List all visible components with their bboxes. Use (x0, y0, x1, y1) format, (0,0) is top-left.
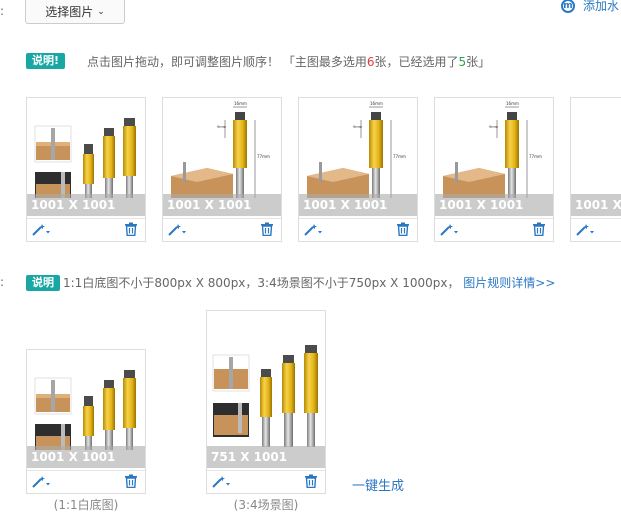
image-size-label: 1001 X 1001 (435, 194, 553, 216)
magic-wand-icon[interactable] (211, 475, 233, 489)
product-image (163, 98, 281, 198)
trash-icon[interactable] (260, 222, 274, 236)
add-link-label: 添加水 (583, 0, 620, 13)
note-suffix: 张」 (466, 55, 491, 69)
image-rules-link[interactable]: 图片规则详情>> (463, 276, 555, 290)
image-tools (27, 218, 145, 241)
image-tools (163, 218, 281, 241)
image-size-label: 1001 X 1001 (27, 446, 145, 468)
note-prefix: 点击图片拖动，即可调整图片顺序！ 「主图最多选用 (87, 55, 367, 69)
main-image-card[interactable]: 1001 X 1001 (162, 97, 282, 242)
used-count: 5 (458, 55, 467, 69)
select-image-button[interactable]: 选择图片 ⌄ (25, 0, 125, 24)
edit-circle-icon: m (561, 0, 575, 13)
main-image-card[interactable]: 1001 X 1001 (26, 97, 146, 242)
main-images-note: 点击图片拖动，即可调整图片顺序！ 「主图最多选用6张，已经选用了5张」 (87, 53, 490, 70)
note-mid: 张，已经选用了 (374, 55, 459, 69)
main-image-card[interactable]: 1001 X 1001 (434, 97, 554, 242)
square-white-bg-card[interactable]: 1001 X 1001 (26, 349, 146, 494)
trash-icon[interactable] (396, 222, 410, 236)
note-badge: 说明! (26, 53, 66, 69)
magic-wand-icon[interactable] (439, 223, 461, 237)
magic-wand-icon[interactable] (31, 223, 53, 237)
image-size-label: 1001 X 1001 (27, 194, 145, 216)
chevron-down-icon: ⌄ (97, 6, 105, 17)
note-badge: 说明 (26, 275, 60, 291)
product-image (435, 98, 553, 198)
magic-wand-icon[interactable] (31, 475, 53, 489)
image-tools (299, 218, 417, 241)
product-image (299, 98, 417, 198)
magic-wand-icon[interactable] (167, 223, 189, 237)
trash-icon[interactable] (304, 474, 318, 488)
product-image (27, 350, 145, 450)
product-image (27, 98, 145, 198)
image-tools (27, 470, 145, 493)
image-tools (571, 218, 621, 241)
one-click-generate-link[interactable]: 一键生成 (352, 475, 404, 494)
image-size-label: 1001 X 1 (571, 194, 621, 216)
image-tools (435, 218, 553, 241)
main-image-card[interactable]: 1001 X 1001 (298, 97, 418, 242)
image-size-label: 1001 X 1001 (163, 194, 281, 216)
image-tools (207, 470, 325, 493)
magic-wand-icon[interactable] (575, 223, 597, 237)
scene-images-note: 1:1白底图不小于800px X 800px，3:4场景图不小于750px X … (63, 274, 555, 291)
trash-icon[interactable] (124, 474, 138, 488)
trash-icon[interactable] (124, 222, 138, 236)
scene-image-card[interactable]: 751 X 1001 (206, 310, 326, 494)
image-size-label: 751 X 1001 (207, 446, 325, 468)
main-image-card[interactable]: 1001 X 1 (570, 97, 621, 242)
scene-card-caption: (3:4场景图) (233, 498, 299, 512)
magic-wand-icon[interactable] (303, 223, 325, 237)
square-card-caption: (1:1白底图) (53, 498, 119, 512)
trash-icon[interactable] (532, 222, 546, 236)
row-label-colon: : (0, 4, 5, 18)
size-requirement-note: 1:1白底图不小于800px X 800px，3:4场景图不小于750px X … (63, 276, 460, 290)
add-watermark-link[interactable]: m 添加水 (561, 0, 619, 14)
row-label-colon: : (0, 275, 5, 289)
image-size-label: 1001 X 1001 (299, 194, 417, 216)
select-image-label: 选择图片 (45, 5, 94, 19)
